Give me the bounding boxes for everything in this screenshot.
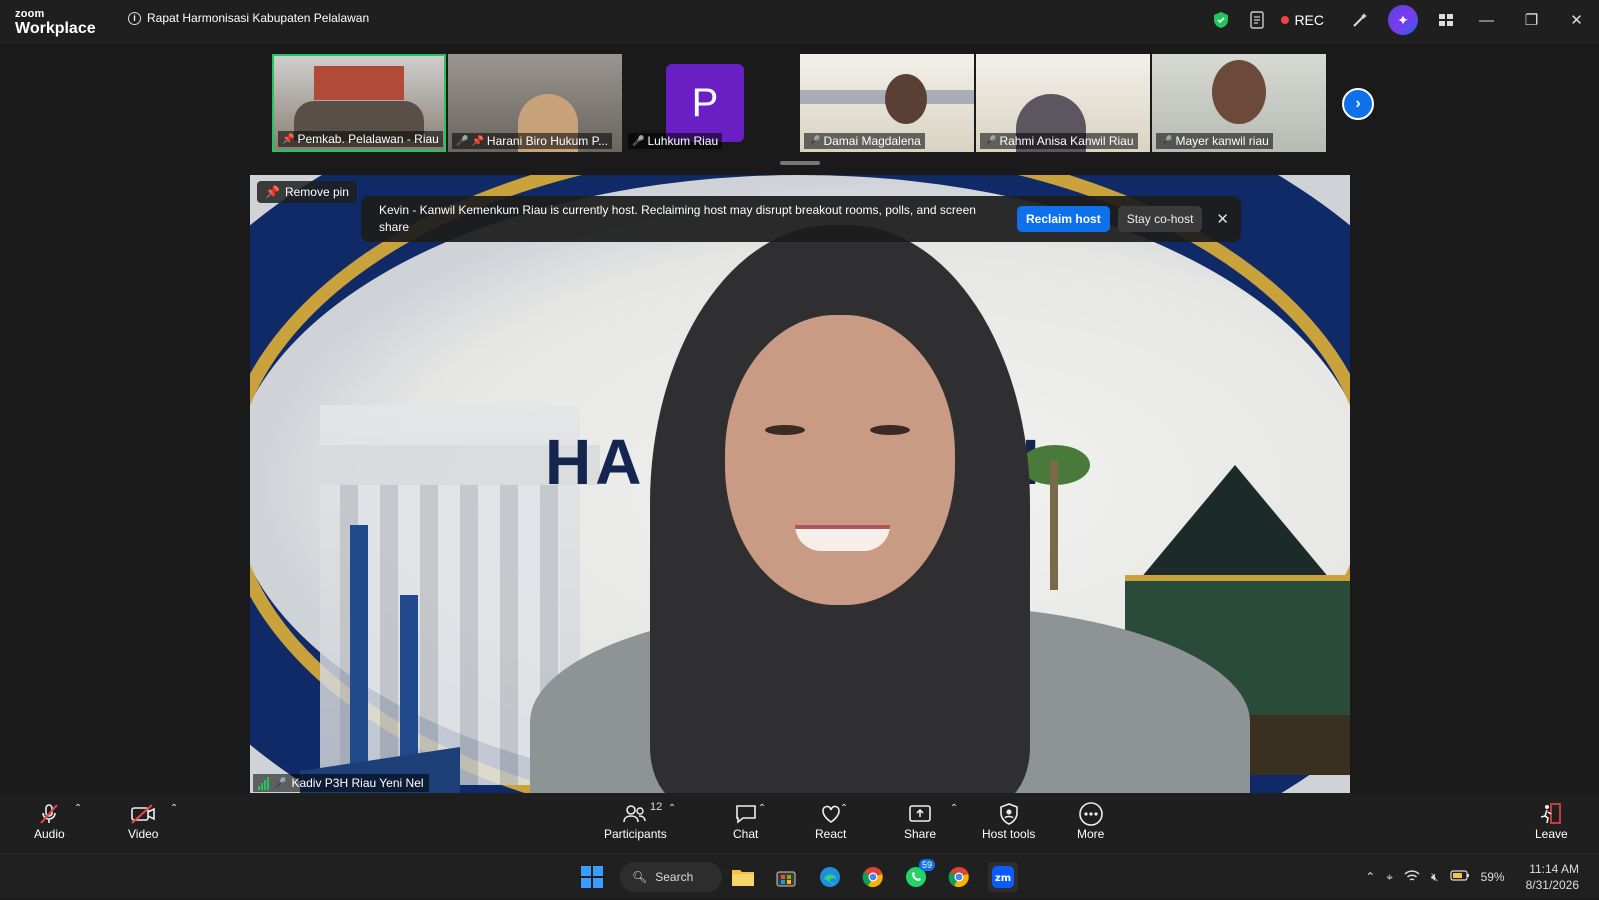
chrome-profile-icon[interactable] (944, 862, 974, 892)
taskbar-search[interactable]: 🔍︎ Search (620, 862, 722, 892)
edge-browser-icon[interactable] (815, 862, 845, 892)
room-banner (314, 66, 404, 100)
muted-mic-icon (37, 801, 61, 827)
apps-grid-icon[interactable] (1436, 10, 1456, 30)
pin-icon: 📌 (265, 185, 280, 199)
chat-bubble-icon (734, 801, 758, 827)
more-dots-icon (1078, 801, 1104, 827)
leave-button[interactable]: Leave (1535, 801, 1568, 841)
participant-tile[interactable]: 📌 Pemkab. Pelalawan - Riau (272, 54, 446, 152)
search-icon: 🔍︎ (632, 870, 648, 884)
person-silhouette (885, 74, 927, 124)
leave-door-icon (1538, 801, 1564, 827)
speaker-name-label: 🎤 Kadiv P3H Riau Yeni Nel (253, 774, 429, 792)
chevron-up-icon[interactable]: ⌃ (1365, 870, 1375, 884)
chrome-browser-icon[interactable] (858, 862, 888, 892)
muted-mic-icon: 🎤 (274, 777, 287, 789)
info-icon[interactable]: i (128, 11, 141, 25)
clock[interactable]: 11:14 AM 8/31/2026 (1526, 861, 1579, 893)
participant-tile[interactable]: 🎤 📌 Harani Biro Hukum P... (448, 54, 622, 152)
host-tools-button[interactable]: Host tools (982, 801, 1035, 841)
zoom-logo: zoom Workplace (15, 8, 96, 37)
close-window-button[interactable]: ✕ (1554, 0, 1599, 40)
pin-icon: 📌 (471, 135, 484, 147)
muted-mic-icon: 🎤 (632, 135, 645, 147)
participant-strip: 📌 Pemkab. Pelalawan - Riau 🎤 📌 Harani Biro … (0, 44, 1599, 166)
muted-mic-icon: 🎤 (984, 135, 997, 147)
recording-indicator[interactable]: REC (1281, 12, 1324, 28)
signal-strength-icon (258, 776, 269, 790)
annotate-wand-icon[interactable] (1350, 10, 1370, 30)
video-button[interactable]: Video (128, 801, 158, 841)
security-shield-icon[interactable] (1211, 10, 1231, 30)
share-screen-icon (907, 801, 933, 827)
close-icon[interactable]: ✕ (1216, 210, 1229, 228)
restore-button[interactable]: ❐ (1509, 0, 1554, 40)
windows-taskbar: 🔍︎ Search 59 zm ⌃ ⌖ 🔇︎ 59% 11:14 AM 8/31 (0, 853, 1599, 899)
location-icon[interactable]: ⌖ (1386, 870, 1393, 885)
zoom-app-icon[interactable]: zm (988, 862, 1018, 892)
record-dot-icon (1281, 16, 1290, 24)
battery-icon[interactable] (1449, 870, 1470, 884)
meeting-title: Rapat Harmonisasi Kabupaten Pelalawan (147, 11, 370, 25)
minimize-button[interactable]: — (1464, 0, 1509, 40)
participant-tile[interactable]: 🎤 Rahmi Anisa Kanwil Riau (976, 54, 1150, 152)
bridge-tower (350, 525, 368, 765)
system-tray: ⌃ ⌖ 🔇︎ 59% 11:14 AM 8/31/2026 (1365, 854, 1579, 900)
svg-text:zm: zm (995, 873, 1011, 884)
muted-mic-icon: 🎤 (456, 135, 469, 147)
shield-icon (998, 801, 1020, 827)
chevron-up-icon: ⌃ (667, 803, 677, 814)
windows-start-icon[interactable] (577, 862, 607, 892)
microsoft-store-icon[interactable] (771, 862, 801, 892)
ai-companion-sparkle-icon[interactable]: ✦ (1388, 5, 1418, 35)
reclaim-host-button[interactable]: Reclaim host (1017, 206, 1110, 232)
speaker-muted-icon[interactable]: 🔇︎ (1431, 870, 1439, 885)
notes-icon[interactable] (1247, 10, 1267, 30)
bridge-tower (400, 595, 418, 775)
remove-pin-button[interactable]: 📌 Remove pin (257, 181, 357, 203)
audio-button[interactable]: Audio (34, 801, 65, 841)
participants-count: 12 (650, 801, 663, 813)
wifi-icon[interactable] (1404, 869, 1420, 886)
next-page-chevron-icon[interactable]: › (1342, 88, 1374, 120)
chevron-up-icon: ⌃ (839, 803, 849, 814)
host-message: Kevin - Kanwil Kemenkum Riau is currentl… (379, 203, 976, 234)
speaker-figure (530, 225, 1250, 793)
share-button[interactable]: Share (904, 801, 936, 841)
battery-percent: 59% (1480, 870, 1505, 884)
person-silhouette (1212, 60, 1266, 124)
whatsapp-icon[interactable]: 59 (901, 859, 935, 892)
stay-cohost-button[interactable]: Stay co-host (1117, 206, 1203, 232)
host-notification-banner: Kevin - Kanwil Kemenkum Riau is currentl… (361, 196, 1241, 242)
notification-badge: 59 (918, 859, 935, 871)
chevron-up-icon: ⌃ (73, 803, 83, 814)
more-button[interactable]: More (1077, 801, 1104, 841)
participant-tile[interactable]: P 🎤 Luhkum Riau (624, 54, 798, 152)
pin-icon: 📌 (282, 133, 295, 145)
participant-tile[interactable]: 🎤 Damai Magdalena (800, 54, 974, 152)
meeting-info[interactable]: i Rapat Harmonisasi Kabupaten Pelalawan (128, 11, 369, 25)
avatar: P (666, 64, 744, 142)
video-off-icon (129, 801, 157, 827)
muted-mic-icon: 🎤 (1160, 135, 1173, 147)
file-explorer-icon[interactable] (728, 862, 758, 892)
chevron-up-icon: ⌃ (169, 803, 179, 814)
active-speaker-video: HA SI (250, 175, 1350, 793)
meeting-toolbar: Audio ⌃ Video ⌃ 12 Participants ⌃ Chat ⌃… (0, 793, 1599, 853)
participants-button[interactable]: 12 Participants (604, 801, 667, 841)
chevron-up-icon: ⌃ (757, 803, 767, 814)
strip-resize-handle[interactable] (780, 161, 820, 165)
muted-mic-icon: 🎤 (808, 135, 821, 147)
chevron-up-icon: ⌃ (949, 803, 959, 814)
title-bar: zoom Workplace i Rapat Harmonisasi Kabup… (0, 0, 1599, 44)
participant-tile[interactable]: 🎤 Mayer kanwil riau (1152, 54, 1326, 152)
participants-icon (622, 801, 648, 827)
chat-button[interactable]: Chat (733, 801, 758, 841)
